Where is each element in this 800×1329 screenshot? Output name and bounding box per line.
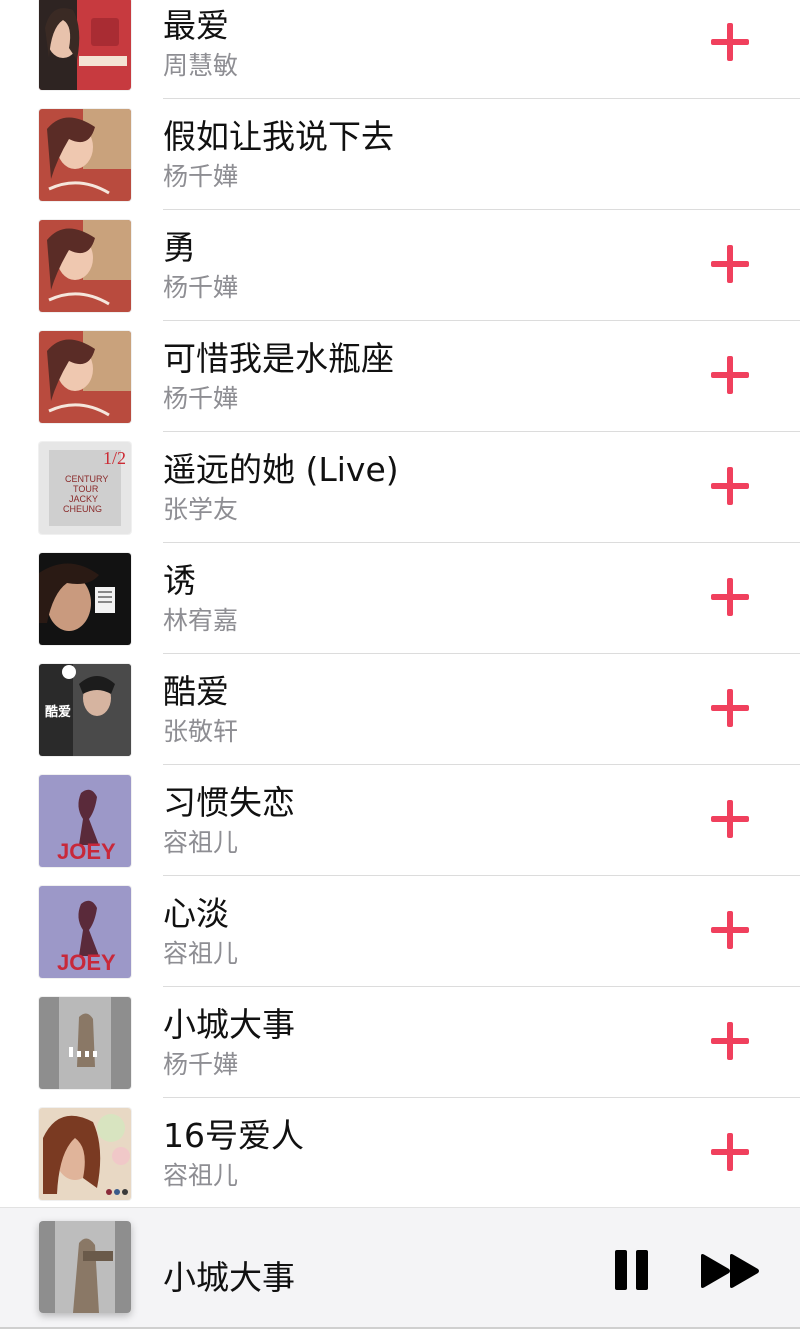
song-list: 最爱 周慧敏 假如让我说下去 杨千嬅 勇 杨千嬅 可惜我是水瓶座 杨千嬅 1/2…	[0, 0, 800, 1207]
album-art	[39, 220, 131, 312]
album-art: JOEY	[39, 886, 131, 978]
album-art: JOEY	[39, 775, 131, 867]
song-artist: 容祖儿	[163, 939, 239, 968]
song-artist: 容祖儿	[163, 1161, 239, 1190]
song-row[interactable]: 小城大事 杨千嬅	[0, 987, 800, 1098]
pause-button[interactable]	[614, 1250, 650, 1290]
album-art-text: JACKY	[69, 494, 98, 504]
pause-icon	[615, 1250, 627, 1290]
add-to-library-button[interactable]	[711, 245, 749, 283]
song-title: 诱	[163, 561, 196, 600]
album-art: 1/2 CENTURY TOUR JACKY CHEUNG	[39, 442, 131, 534]
song-row[interactable]: 最爱 周慧敏	[0, 0, 800, 99]
song-artist: 杨千嬅	[163, 273, 239, 302]
song-artist: 张学友	[163, 495, 239, 524]
now-playing-title[interactable]: 小城大事	[163, 1251, 295, 1299]
song-row[interactable]: 勇 杨千嬅	[0, 210, 800, 321]
song-artist: 张敬轩	[163, 717, 239, 746]
song-artist: 杨千嬅	[163, 1050, 239, 1079]
song-title: 16号爱人	[163, 1116, 304, 1155]
song-title: 可惜我是水瓶座	[163, 339, 394, 378]
song-title: 勇	[163, 228, 196, 267]
add-to-library-button[interactable]	[711, 911, 749, 949]
album-art	[39, 331, 131, 423]
album-art-text: CHEUNG	[63, 504, 102, 514]
album-art	[39, 0, 131, 90]
add-to-library-button[interactable]	[711, 800, 749, 838]
song-title: 遥远的她 (Live)	[163, 450, 399, 489]
album-art-text: JOEY	[57, 839, 116, 864]
album-art: 酷爱	[39, 664, 131, 756]
album-art	[39, 1108, 131, 1200]
now-playing-bar[interactable]: 小城大事	[0, 1207, 800, 1329]
album-art-text: JOEY	[57, 950, 116, 975]
add-to-library-button[interactable]	[711, 467, 749, 505]
song-row[interactable]: 假如让我说下去 杨千嬅	[0, 99, 800, 210]
add-to-library-button[interactable]	[711, 1022, 749, 1060]
album-art	[39, 997, 131, 1089]
song-title: 酷爱	[163, 672, 229, 711]
add-to-library-button[interactable]	[711, 689, 749, 727]
album-art-text: 酷爱	[45, 704, 71, 720]
song-row[interactable]: 可惜我是水瓶座 杨千嬅	[0, 321, 800, 432]
add-to-library-button[interactable]	[711, 356, 749, 394]
album-art-text: TOUR	[73, 484, 99, 494]
song-row[interactable]: 酷爱 酷爱 张敬轩	[0, 654, 800, 765]
song-artist: 杨千嬅	[163, 384, 239, 413]
song-title: 最爱	[163, 6, 229, 45]
song-row[interactable]: 1/2 CENTURY TOUR JACKY CHEUNG 遥远的她 (Live…	[0, 432, 800, 543]
song-title: 习惯失恋	[163, 783, 295, 822]
song-title: 心淡	[163, 894, 229, 933]
song-row[interactable]: JOEY 习惯失恋 容祖儿	[0, 765, 800, 876]
song-row[interactable]: JOEY 心淡 容祖儿	[0, 876, 800, 987]
fast-forward-icon	[701, 1254, 759, 1288]
album-art	[39, 109, 131, 201]
add-to-library-button[interactable]	[711, 578, 749, 616]
song-title: 小城大事	[163, 1005, 295, 1044]
album-art-text: CENTURY	[65, 474, 108, 484]
song-row[interactable]: 诱 林宥嘉	[0, 543, 800, 654]
album-art-text: 1/2	[103, 448, 126, 468]
song-artist: 容祖儿	[163, 828, 239, 857]
song-artist: 周慧敏	[163, 51, 239, 80]
add-to-library-button[interactable]	[711, 23, 749, 61]
add-to-library-button[interactable]	[711, 1133, 749, 1171]
song-title: 假如让我说下去	[163, 117, 394, 156]
album-art	[39, 553, 131, 645]
song-row[interactable]: 16号爱人 容祖儿	[0, 1098, 800, 1207]
next-track-button[interactable]	[699, 1253, 761, 1289]
song-artist: 林宥嘉	[163, 606, 239, 635]
song-artist: 杨千嬅	[163, 162, 239, 191]
now-playing-album-art[interactable]	[39, 1221, 131, 1313]
